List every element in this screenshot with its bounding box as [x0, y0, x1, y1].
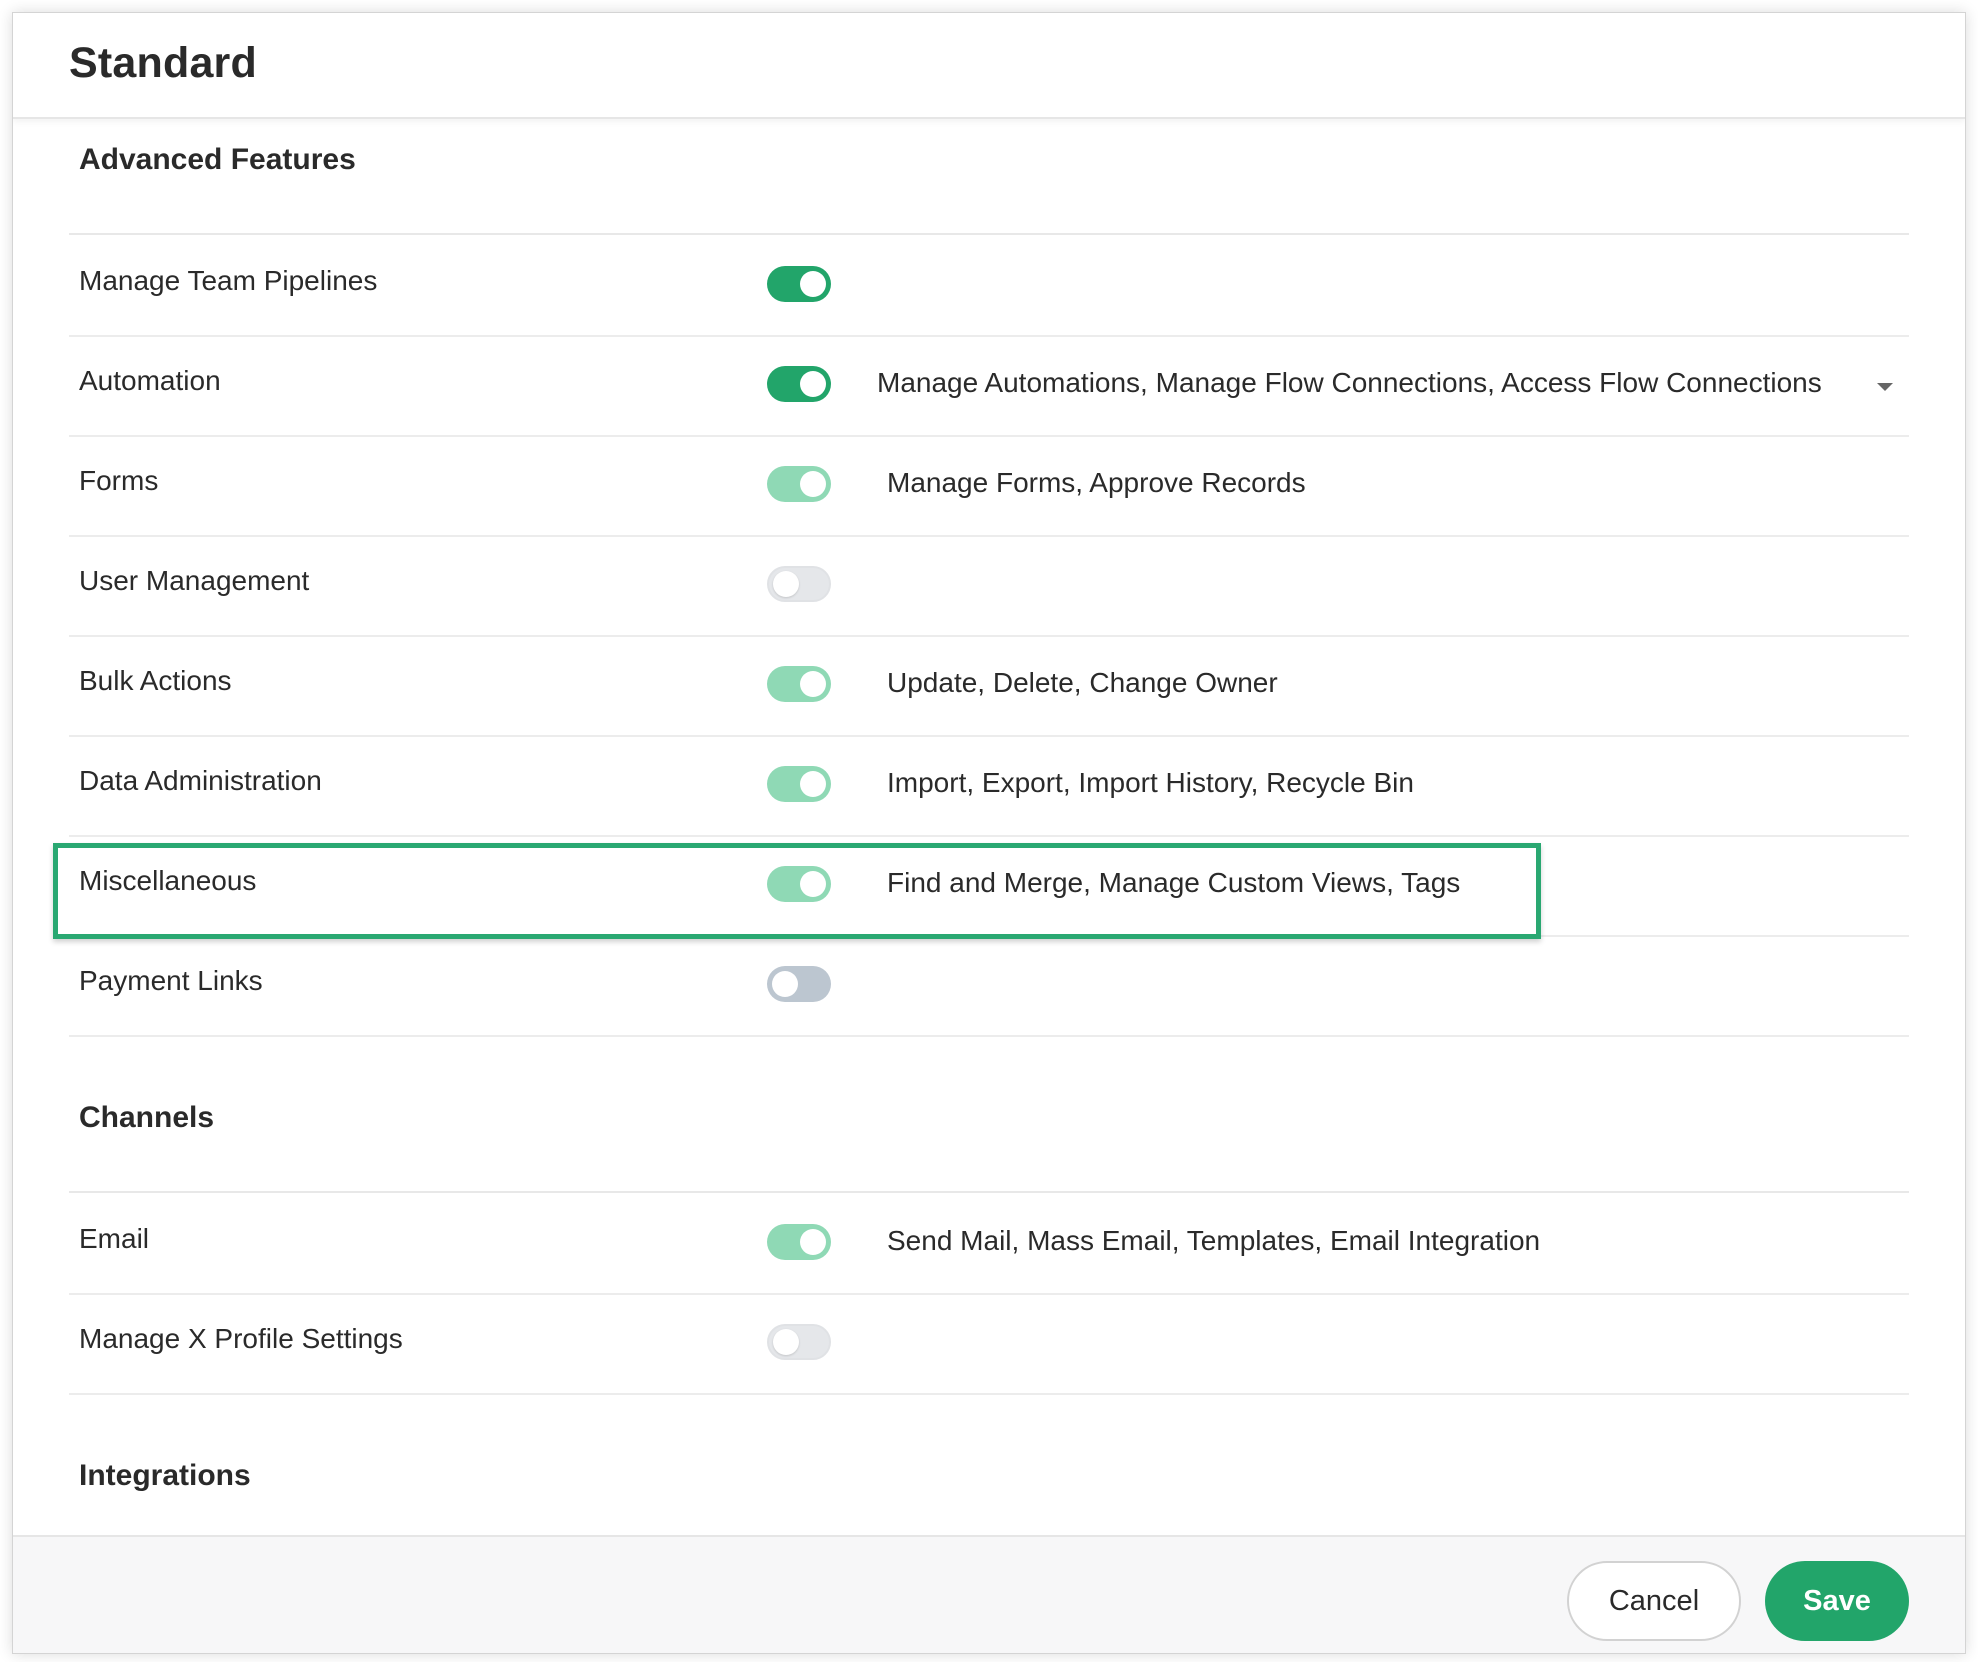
row-label: Manage X Profile Settings	[79, 1323, 403, 1354]
row-miscellaneous: Miscellaneous Find and Merge, Manage Cus…	[69, 835, 1909, 937]
permissions-dropdown[interactable]: Manage Automations, Manage Flow Connecti…	[877, 367, 1822, 399]
save-button[interactable]: Save	[1765, 1561, 1909, 1641]
toggle-switch[interactable]	[767, 466, 831, 502]
toggle-switch[interactable]	[767, 866, 831, 902]
row-data-administration: Data Administration Import, Export, Impo…	[69, 735, 1909, 837]
row-label: Bulk Actions	[79, 665, 232, 696]
permissions-text: Find and Merge, Manage Custom Views, Tag…	[887, 867, 1461, 898]
permissions-text: Manage Forms, Approve Records	[887, 467, 1306, 498]
row-payment-links: Payment Links	[69, 935, 1909, 1037]
toggle-knob	[800, 271, 826, 297]
toggle-knob	[800, 371, 826, 397]
toggle-knob	[773, 1329, 799, 1355]
row-email: Email Send Mail, Mass Email, Templates, …	[69, 1193, 1909, 1295]
row-label: Automation	[79, 365, 221, 396]
section-title-integrations: Integrations	[79, 1459, 251, 1492]
row-manage-team-pipelines: Manage Team Pipelines	[69, 235, 1909, 337]
toggle-switch[interactable]	[767, 1224, 831, 1260]
toggle-knob	[800, 871, 826, 897]
cancel-button[interactable]: Cancel	[1567, 1561, 1741, 1641]
dialog-header: Standard	[13, 13, 1965, 119]
toggle-switch[interactable]	[767, 666, 831, 702]
row-user-management: User Management	[69, 535, 1909, 637]
profile-dialog: Standard Advanced Features Manage Team P…	[12, 12, 1966, 1654]
toggle-switch[interactable]	[767, 966, 831, 1002]
row-label: Email	[79, 1223, 150, 1254]
section-title-advanced-features: Advanced Features	[79, 143, 356, 176]
row-manage-x-profile-settings: Manage X Profile Settings	[69, 1293, 1909, 1395]
row-label: Payment Links	[79, 965, 263, 996]
toggle-knob	[800, 1229, 826, 1255]
row-automation: Automation Manage Automations, Manage Fl…	[69, 335, 1909, 437]
row-bulk-actions: Bulk Actions Update, Delete, Change Owne…	[69, 635, 1909, 737]
dialog-footer: Cancel Save	[13, 1535, 1965, 1653]
toggle-switch[interactable]	[767, 1324, 831, 1360]
row-forms: Forms Manage Forms, Approve Records	[69, 435, 1909, 537]
permissions-text: Update, Delete, Change Owner	[887, 667, 1278, 698]
toggle-switch[interactable]	[767, 766, 831, 802]
section-title-channels: Channels	[79, 1101, 215, 1134]
row-label: Manage Team Pipelines	[79, 265, 378, 296]
permissions-text: Send Mail, Mass Email, Templates, Email …	[887, 1225, 1541, 1256]
toggle-switch[interactable]	[767, 366, 831, 402]
row-label: Forms	[79, 465, 159, 496]
toggle-knob	[800, 671, 826, 697]
dialog-title: Standard	[69, 39, 257, 87]
toggle-knob	[800, 471, 826, 497]
permissions-text: Import, Export, Import History, Recycle …	[887, 767, 1414, 798]
toggle-knob	[773, 571, 799, 597]
toggle-switch[interactable]	[767, 566, 831, 602]
row-label: Miscellaneous	[79, 865, 257, 896]
dialog-content[interactable]: Advanced Features Manage Team Pipelines …	[13, 119, 1965, 1537]
chevron-down-icon[interactable]	[1877, 383, 1893, 391]
toggle-switch[interactable]	[767, 266, 831, 302]
toggle-knob	[800, 771, 826, 797]
row-label: User Management	[79, 565, 310, 596]
toggle-knob	[772, 971, 798, 997]
row-label: Data Administration	[79, 765, 322, 796]
